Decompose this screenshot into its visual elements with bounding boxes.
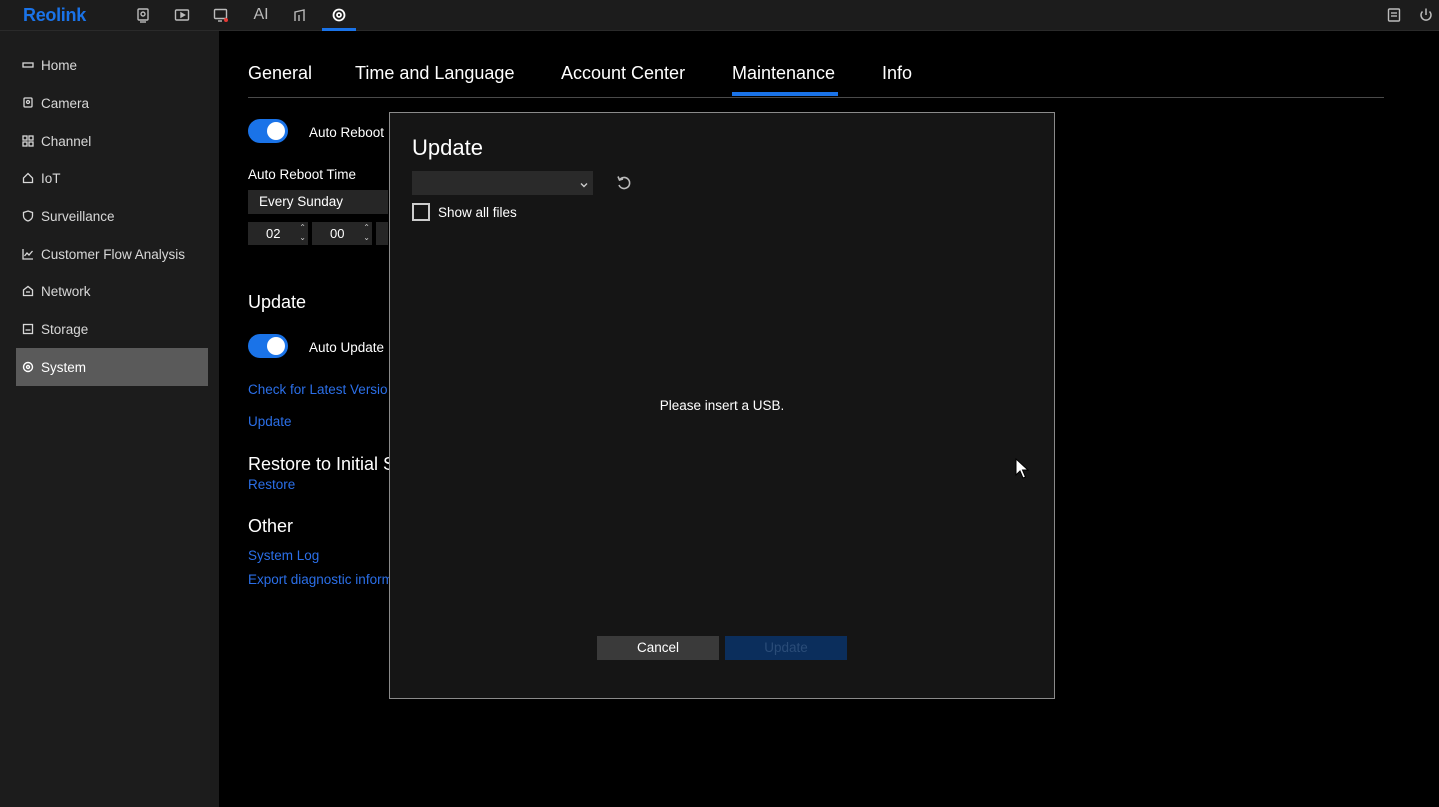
update-file-select[interactable]: [412, 171, 593, 195]
sidebar: Home Camera Channel IoT Surveillance Cus…: [0, 31, 219, 807]
auto-update-toggle[interactable]: [248, 334, 288, 358]
shield-icon: [21, 209, 35, 223]
sidebar-item-label: Network: [41, 283, 91, 299]
sidebar-item-customer-flow-analysis[interactable]: Customer Flow Analysis: [16, 235, 208, 273]
sidebar-item-label: Storage: [41, 321, 89, 337]
auto-reboot-toggle[interactable]: [248, 119, 288, 143]
stepper-arrows-icon[interactable]: ⌃ ⌄: [299, 223, 306, 243]
alarm-icon[interactable]: [209, 5, 233, 25]
sidebar-item-label: IoT: [41, 170, 61, 186]
tab-time-and-language[interactable]: Time and Language: [355, 63, 514, 84]
reboot-minute-value: 00: [330, 226, 345, 241]
chart-icon: [21, 247, 35, 261]
network-icon: [21, 284, 35, 298]
update-section-title: Update: [248, 292, 307, 312]
reboot-minute-stepper[interactable]: 00 ⌃ ⌄: [312, 222, 372, 245]
device-icon[interactable]: [288, 5, 312, 25]
auto-update-label: Auto Update: [309, 340, 385, 355]
show-all-files-label: Show all files: [438, 205, 517, 220]
power-icon[interactable]: [1414, 5, 1438, 25]
dialog-title: Update: [412, 135, 483, 160]
ai-icon[interactable]: AI: [249, 5, 273, 25]
home-icon: [21, 58, 35, 72]
tab-maintenance[interactable]: Maintenance: [732, 63, 835, 84]
reboot-hour-value: 02: [266, 226, 281, 241]
sidebar-item-label: Channel: [41, 133, 92, 149]
reboot-day-select[interactable]: Every Sunday: [248, 190, 388, 214]
sidebar-item-network[interactable]: Network: [16, 272, 208, 310]
tab-general[interactable]: General: [248, 63, 312, 84]
system-log-link[interactable]: System Log: [248, 548, 319, 563]
iot-icon: [21, 171, 35, 185]
sidebar-item-system[interactable]: System: [16, 348, 208, 386]
reboot-extra-stepper[interactable]: [376, 222, 388, 245]
sidebar-item-label: System: [41, 359, 87, 375]
sidebar-item-channel[interactable]: Channel: [16, 122, 208, 160]
camera-icon[interactable]: [131, 5, 155, 25]
playback-icon[interactable]: [170, 5, 194, 25]
sidebar-item-home[interactable]: Home: [16, 46, 208, 84]
notes-icon[interactable]: [1382, 5, 1406, 25]
other-section-title: Other: [248, 516, 294, 536]
usb-message: Please insert a USB.: [659, 398, 785, 413]
chevron-down-icon: [579, 177, 589, 188]
sidebar-item-camera[interactable]: Camera: [16, 84, 208, 122]
stepper-arrows-icon[interactable]: ⌃ ⌄: [363, 223, 370, 243]
camera-icon: [21, 96, 35, 110]
channel-icon: [21, 134, 35, 148]
settings-icon[interactable]: [327, 5, 351, 25]
update-dialog: Update Show all files Please insert a US…: [389, 112, 1055, 699]
top-bar: Reolink AI: [0, 0, 1439, 31]
update-link[interactable]: Update: [248, 414, 292, 429]
gear-icon: [21, 360, 35, 374]
mouse-cursor-icon: [1015, 457, 1030, 480]
active-nav-indicator: [322, 28, 356, 31]
active-tab-indicator: [732, 92, 838, 96]
reboot-hour-stepper[interactable]: 02 ⌃ ⌄: [248, 222, 308, 245]
tab-account-center[interactable]: Account Center: [561, 63, 685, 84]
sidebar-item-iot[interactable]: IoT: [16, 159, 208, 197]
update-button[interactable]: Update: [725, 636, 847, 660]
sidebar-item-label: Home: [41, 57, 78, 73]
tab-info[interactable]: Info: [882, 63, 912, 84]
sidebar-item-storage[interactable]: Storage: [16, 310, 208, 348]
reolink-logo: Reolink: [23, 5, 86, 25]
export-diagnostic-link[interactable]: Export diagnostic inform: [248, 572, 393, 587]
refresh-icon[interactable]: [615, 174, 633, 192]
sidebar-item-label: Customer Flow Analysis: [41, 246, 186, 262]
sidebar-item-label: Surveillance: [41, 208, 115, 224]
check-latest-version-link[interactable]: Check for Latest Versio: [248, 382, 388, 397]
restore-section-title: Restore to Initial S: [248, 454, 396, 474]
storage-icon: [21, 322, 35, 336]
sidebar-item-label: Camera: [41, 95, 90, 111]
cancel-button[interactable]: Cancel: [597, 636, 719, 660]
sidebar-item-surveillance[interactable]: Surveillance: [16, 197, 208, 235]
auto-reboot-label: Auto Reboot: [309, 125, 385, 140]
show-all-files-checkbox[interactable]: [412, 203, 430, 221]
auto-reboot-time-label: Auto Reboot Time: [248, 167, 357, 182]
restore-link[interactable]: Restore: [248, 477, 295, 492]
